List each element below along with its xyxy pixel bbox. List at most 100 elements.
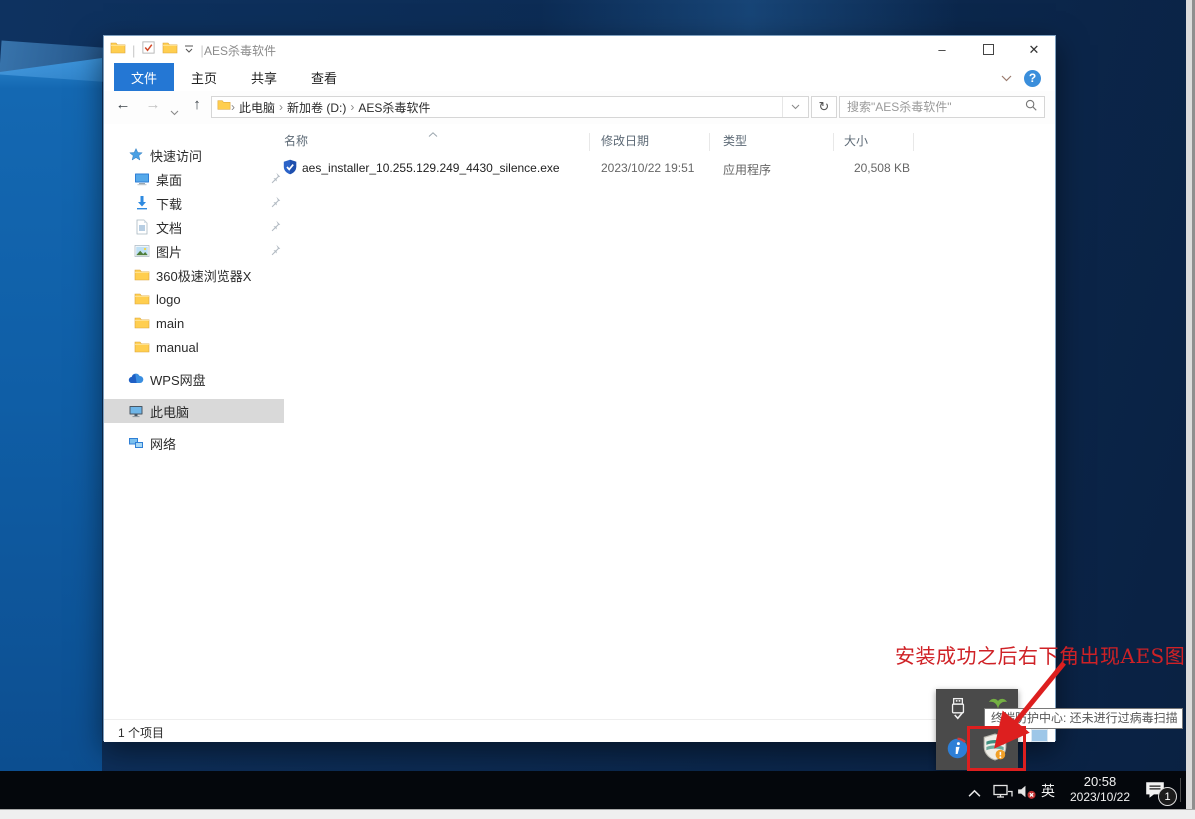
recent-locations-chevron-icon[interactable]: [170, 103, 179, 121]
file-type: 应用程序: [723, 161, 771, 178]
item-count: 1 个项目: [118, 724, 164, 741]
sort-ascending-icon: [428, 124, 438, 142]
screen: | | AES杀毒软件 – ✕ 文件 主页 共享: [0, 0, 1195, 819]
maximize-icon: [983, 44, 994, 55]
input-language-indicator[interactable]: 英: [1041, 781, 1055, 801]
sidebar-item-label: 网络: [150, 434, 176, 453]
sidebar-item-label: 下载: [156, 194, 182, 213]
show-desktop-separator[interactable]: [1180, 778, 1181, 802]
volume-muted-icon[interactable]: [1016, 783, 1037, 805]
column-header-type[interactable]: 类型: [723, 132, 747, 149]
close-button[interactable]: ✕: [1011, 36, 1057, 63]
tab-share[interactable]: 共享: [234, 63, 294, 91]
folder-icon: [134, 315, 150, 331]
qat-properties-icon[interactable]: [141, 40, 156, 60]
clock-time: 20:58: [1062, 773, 1138, 790]
file-size: 20,508 KB: [830, 161, 910, 175]
navigation-pane: 快速访问 桌面 下载 文档: [104, 124, 260, 719]
sidebar-item-label: logo: [156, 292, 181, 307]
qat-newfolder-icon[interactable]: [162, 40, 178, 61]
window-title: AES杀毒软件: [204, 42, 276, 59]
explorer-window: | | AES杀毒软件 – ✕ 文件 主页 共享: [103, 35, 1056, 741]
qat-separator: |: [132, 43, 135, 58]
sidebar-item-label: 桌面: [156, 170, 182, 189]
sidebar-item-label: main: [156, 316, 184, 331]
sidebar-item-label: 图片: [156, 242, 182, 261]
sidebar-item-label: 360极速浏览器X下载: [156, 266, 252, 285]
search-box[interactable]: [839, 96, 1045, 118]
screen-edge-right: [1186, 0, 1195, 819]
clock-date: 2023/10/22: [1062, 790, 1138, 805]
search-input[interactable]: [840, 100, 1024, 114]
tray-expand-chevron-icon[interactable]: [968, 785, 981, 803]
sidebar-item-this-pc[interactable]: 此电脑: [104, 399, 284, 423]
forward-button[interactable]: →: [142, 96, 164, 113]
file-list-pane: 名称 修改日期 类型 大小 aes_installer_10.255.129.2…: [260, 124, 1055, 719]
taskbar[interactable]: 英 20:58 2023/10/22 1: [0, 771, 1186, 809]
wallpaper-beam: [0, 58, 102, 819]
address-bar-row: ← → ↑ › 此电脑 › 新加卷 (D:) › AES杀毒软件 ↻: [104, 91, 1055, 125]
sidebar-item-network[interactable]: 网络: [104, 431, 284, 455]
status-bar: 1 个项目: [104, 719, 1055, 742]
breadcrumb-current-folder[interactable]: AES杀毒软件: [354, 99, 434, 116]
column-separator[interactable]: [833, 133, 834, 151]
ribbon-bar: 文件 主页 共享 查看 ?: [104, 63, 1055, 92]
sidebar-item-label: manual: [156, 340, 199, 355]
tab-file[interactable]: 文件: [114, 63, 174, 91]
sidebar-item-wps-cloud[interactable]: WPS网盘: [104, 367, 284, 391]
tab-home[interactable]: 主页: [174, 63, 234, 91]
column-separator[interactable]: [589, 133, 590, 151]
breadcrumb-drive-d[interactable]: 新加卷 (D:): [283, 99, 350, 116]
sidebar-item-label: 快速访问: [150, 146, 202, 165]
qat-customize-chevron-icon[interactable]: [184, 41, 194, 59]
sidebar-item-label: WPS网盘: [150, 370, 206, 389]
back-button[interactable]: ←: [112, 96, 134, 113]
column-header-size[interactable]: 大小: [844, 132, 868, 149]
window-content: 快速访问 桌面 下载 文档: [104, 124, 1055, 719]
this-pc-icon: [128, 403, 144, 419]
up-button[interactable]: ↑: [186, 96, 208, 113]
downloads-icon: [134, 195, 150, 211]
folder-icon: [134, 291, 150, 307]
ribbon-tabs: 文件 主页 共享 查看: [114, 63, 354, 91]
address-folder-icon: [217, 98, 231, 117]
network-icon: [128, 435, 144, 451]
file-row[interactable]: aes_installer_10.255.129.249_4430_silenc…: [270, 157, 1050, 181]
column-header-name[interactable]: 名称: [284, 132, 308, 149]
shield-file-icon: [282, 159, 298, 180]
search-icon[interactable]: [1024, 98, 1044, 117]
desktop-icon: [134, 171, 150, 187]
taskbar-clock[interactable]: 20:58 2023/10/22: [1062, 773, 1138, 805]
column-separator[interactable]: [913, 133, 914, 151]
column-separator[interactable]: [709, 133, 710, 151]
screen-edge-bottom: [0, 809, 1195, 819]
address-bar[interactable]: › 此电脑 › 新加卷 (D:) › AES杀毒软件: [211, 96, 809, 118]
wallpaper-streak: [540, 0, 960, 40]
pictures-icon: [134, 243, 150, 259]
folder-icon: [134, 267, 150, 283]
breadcrumb-this-pc[interactable]: 此电脑: [235, 99, 279, 116]
notification-count-badge: 1: [1158, 787, 1177, 806]
file-date-modified: 2023/10/22 19:51: [601, 161, 694, 175]
file-name[interactable]: aes_installer_10.255.129.249_4430_silenc…: [302, 161, 560, 175]
ribbon-collapse-chevron-icon[interactable]: [1001, 69, 1012, 87]
tab-view[interactable]: 查看: [294, 63, 354, 91]
sidebar-item-label: 此电脑: [150, 402, 189, 421]
folder-icon: [134, 339, 150, 355]
maximize-button[interactable]: [965, 36, 1011, 63]
quick-access-toolbar: | |: [110, 40, 204, 60]
title-bar[interactable]: | | AES杀毒软件 – ✕: [104, 36, 1055, 63]
sidebar-item-label: 文档: [156, 218, 182, 237]
wps-cloud-icon: [128, 371, 144, 387]
ribbon-right-controls: ?: [1001, 69, 1041, 87]
minimize-button[interactable]: –: [919, 36, 965, 63]
explorer-folder-icon: [110, 40, 126, 61]
sidebar-item-quick-access[interactable]: 快速访问: [104, 143, 284, 167]
column-header-date-modified[interactable]: 修改日期: [601, 132, 649, 149]
quick-access-star-icon: [128, 147, 144, 163]
help-icon[interactable]: ?: [1024, 70, 1041, 87]
annotation-arrow: [950, 653, 1080, 753]
address-dropdown-chevron-icon[interactable]: [782, 97, 808, 117]
network-tray-icon[interactable]: [992, 783, 1014, 805]
refresh-button[interactable]: ↻: [811, 96, 837, 118]
